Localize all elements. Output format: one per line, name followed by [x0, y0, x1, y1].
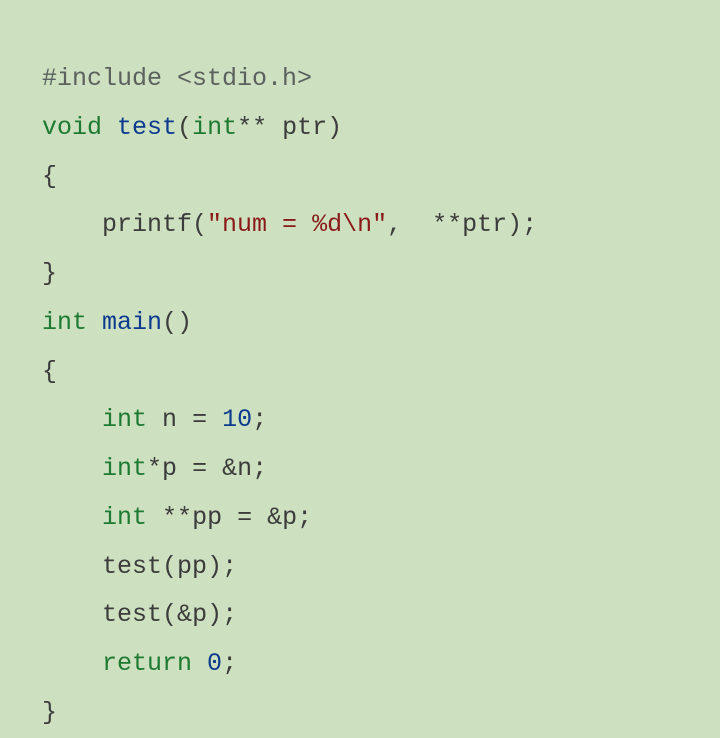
space	[177, 405, 192, 434]
rparen: )	[177, 308, 192, 337]
pointer-star: *	[147, 454, 162, 483]
equals: =	[192, 454, 207, 483]
semicolon: ;	[252, 405, 267, 434]
semicolon: ;	[222, 649, 237, 678]
semicolon: ;	[222, 552, 237, 581]
indent	[42, 405, 102, 434]
keyword-int: int	[102, 454, 147, 483]
semicolon: ;	[297, 503, 312, 532]
indent	[42, 210, 102, 239]
space	[87, 308, 102, 337]
number-literal: 0	[207, 649, 222, 678]
identifier: p	[162, 454, 177, 483]
space	[267, 113, 282, 142]
code-block: #include <stdio.h> void test(int** ptr) …	[0, 25, 720, 738]
indent	[42, 503, 102, 532]
lparen: (	[192, 210, 207, 239]
address-of: &	[222, 454, 237, 483]
space	[207, 454, 222, 483]
semicolon: ;	[252, 454, 267, 483]
space	[252, 503, 267, 532]
call-name: printf	[102, 210, 192, 239]
arg-name: p	[192, 600, 207, 629]
address-of: &	[267, 503, 282, 532]
lparen: (	[162, 308, 177, 337]
function-name: main	[102, 308, 162, 337]
keyword-void: void	[42, 113, 102, 142]
semicolon: ;	[522, 210, 537, 239]
preprocessor-line: #include <stdio.h>	[42, 64, 312, 93]
brace-open: {	[42, 357, 57, 386]
rparen: )	[207, 552, 222, 581]
identifier: p	[282, 503, 297, 532]
space	[402, 210, 432, 239]
brace-close: }	[42, 259, 57, 288]
lparen: (	[162, 552, 177, 581]
rparen: )	[507, 210, 522, 239]
semicolon: ;	[222, 600, 237, 629]
brace-close: }	[42, 698, 57, 727]
space	[207, 405, 222, 434]
equals: =	[237, 503, 252, 532]
indent	[42, 552, 102, 581]
indent	[42, 600, 102, 629]
space	[222, 503, 237, 532]
deref-stars: **	[432, 210, 462, 239]
identifier: pp	[192, 503, 222, 532]
rparen: )	[207, 600, 222, 629]
keyword-int: int	[102, 405, 147, 434]
keyword-int: int	[192, 113, 237, 142]
lparen: (	[162, 600, 177, 629]
lparen: (	[177, 113, 192, 142]
arg-name: pp	[177, 552, 207, 581]
indent	[42, 649, 102, 678]
identifier: n	[237, 454, 252, 483]
space	[147, 405, 162, 434]
space	[147, 503, 162, 532]
identifier: n	[162, 405, 177, 434]
space	[177, 454, 192, 483]
call-name: test	[102, 552, 162, 581]
address-of: &	[177, 600, 192, 629]
function-name: test	[117, 113, 177, 142]
string-literal: "num = %d\n"	[207, 210, 387, 239]
arg-name: ptr	[462, 210, 507, 239]
pointer-stars: **	[162, 503, 192, 532]
call-name: test	[102, 600, 162, 629]
keyword-int: int	[42, 308, 87, 337]
equals: =	[192, 405, 207, 434]
indent	[42, 454, 102, 483]
comma: ,	[387, 210, 402, 239]
keyword-int: int	[102, 503, 147, 532]
rparen: )	[327, 113, 342, 142]
param-name: ptr	[282, 113, 327, 142]
space	[192, 649, 207, 678]
brace-open: {	[42, 162, 57, 191]
keyword-return: return	[102, 649, 192, 678]
space	[102, 113, 117, 142]
pointer-stars: **	[237, 113, 267, 142]
number-literal: 10	[222, 405, 252, 434]
